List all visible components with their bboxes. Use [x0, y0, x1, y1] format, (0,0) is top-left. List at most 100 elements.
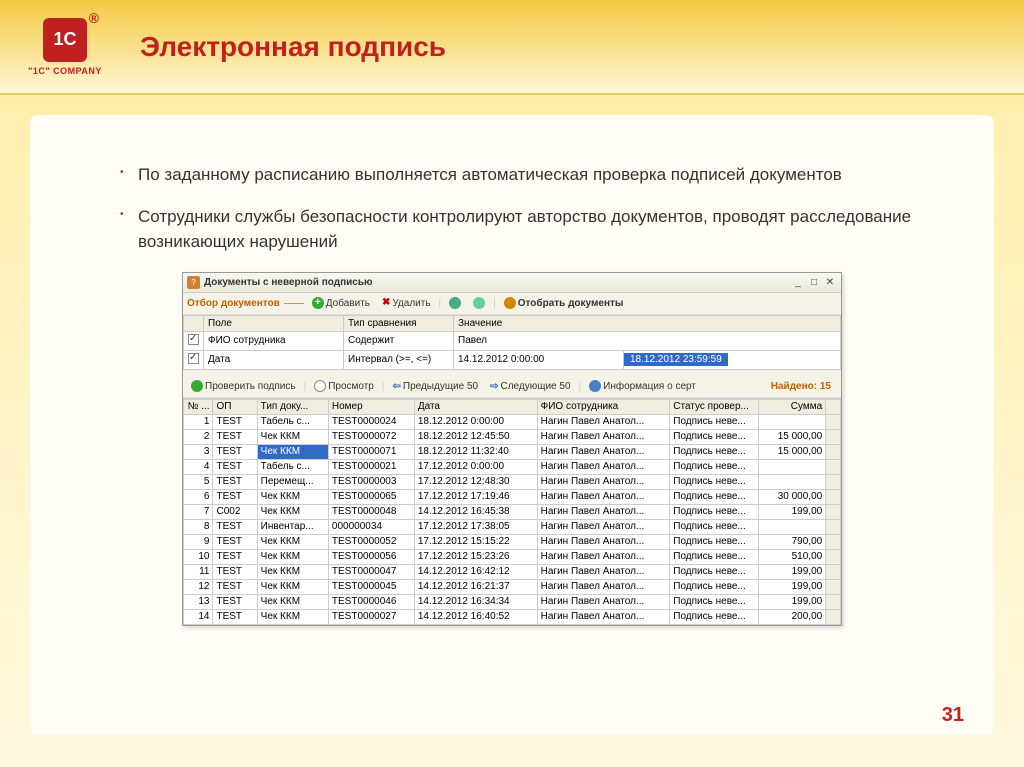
- table-row[interactable]: 11TESTЧек ККМTEST000004714.12.2012 16:42…: [184, 564, 841, 579]
- apply-filter-button[interactable]: Отобрать документы: [500, 296, 628, 310]
- cell-type: Чек ККМ: [257, 609, 328, 624]
- cell-date: 18.12.2012 11:32:40: [414, 444, 537, 459]
- col-sum[interactable]: Сумма: [758, 399, 826, 414]
- scrollbar-cell[interactable]: [826, 489, 841, 504]
- cell-docnum: TEST0000071: [328, 444, 414, 459]
- scrollbar-cell[interactable]: [826, 579, 841, 594]
- col-num[interactable]: № ...: [184, 399, 213, 414]
- filter-row[interactable]: Дата Интервал (>=, <=) 14.12.2012 0:00:0…: [184, 350, 841, 369]
- scrollbar-cell[interactable]: [826, 534, 841, 549]
- table-row[interactable]: 14TESTЧек ККМTEST000002714.12.2012 16:40…: [184, 609, 841, 624]
- titlebar: ? Документы с неверной подписью _ □ ✕: [183, 273, 841, 293]
- col-docnum[interactable]: Номер: [328, 399, 414, 414]
- scrollbar-cell[interactable]: [826, 459, 841, 474]
- table-row[interactable]: 3TESTЧек ККМTEST000007118.12.2012 11:32:…: [184, 444, 841, 459]
- cell-fio: Нагин Павел Анатол...: [537, 594, 670, 609]
- filter-row[interactable]: ФИО сотрудника Содержит Павел: [184, 331, 841, 350]
- cell-type: Инвентар...: [257, 519, 328, 534]
- cell-sum: 30 000,00: [758, 489, 826, 504]
- col-status[interactable]: Статус провер...: [670, 399, 758, 414]
- cell-docnum: TEST0000021: [328, 459, 414, 474]
- cell-op: TEST: [213, 594, 257, 609]
- filter-header-value[interactable]: Значение: [454, 315, 841, 331]
- cell-sum: 199,00: [758, 564, 826, 579]
- table-row[interactable]: 9TESTЧек ККМTEST000005217.12.2012 15:15:…: [184, 534, 841, 549]
- table-row[interactable]: 12TESTЧек ККМTEST000004514.12.2012 16:21…: [184, 579, 841, 594]
- filter-header-check[interactable]: [184, 315, 204, 331]
- cell-sum: 199,00: [758, 594, 826, 609]
- page-title: Электронная подпись: [140, 31, 446, 63]
- col-type[interactable]: Тип доку...: [257, 399, 328, 414]
- filter-value[interactable]: Павел: [454, 331, 841, 350]
- table-row[interactable]: 2TESTЧек ККМTEST000007218.12.2012 12:45:…: [184, 429, 841, 444]
- view-button[interactable]: Просмотр: [310, 379, 378, 393]
- table-row[interactable]: 10TESTЧек ККМTEST000005617.12.2012 15:23…: [184, 549, 841, 564]
- cell-docnum: TEST0000024: [328, 414, 414, 429]
- filter-field[interactable]: ФИО сотрудника: [204, 331, 344, 350]
- minimize-button[interactable]: _: [791, 276, 805, 288]
- next-page-button[interactable]: ⇨Следующие 50: [486, 380, 574, 393]
- table-row[interactable]: 8TESTИнвентар...00000003417.12.2012 17:3…: [184, 519, 841, 534]
- table-row[interactable]: 6TESTЧек ККМTEST000006517.12.2012 17:19:…: [184, 489, 841, 504]
- filter-comparison[interactable]: Интервал (>=, <=): [344, 350, 454, 369]
- delete-button[interactable]: ✖Удалить: [378, 296, 435, 310]
- table-row[interactable]: 4TESTТабель с...TEST000002117.12.2012 0:…: [184, 459, 841, 474]
- cert-info-button[interactable]: Информация о серт: [585, 379, 700, 393]
- filter-header-field[interactable]: Поле: [204, 315, 344, 331]
- cell-op: TEST: [213, 534, 257, 549]
- table-row[interactable]: 7C002Чек ККМTEST000004814.12.2012 16:45:…: [184, 504, 841, 519]
- scrollbar-cell[interactable]: [826, 414, 841, 429]
- grid-header-row: № ... ОП Тип доку... Номер Дата ФИО сотр…: [184, 399, 841, 414]
- maximize-button[interactable]: □: [807, 276, 821, 288]
- col-date[interactable]: Дата: [414, 399, 537, 414]
- check-icon[interactable]: [188, 334, 199, 345]
- scrollbar-cell[interactable]: [826, 564, 841, 579]
- filter-value-end[interactable]: 18.12.2012 23:59:59: [624, 350, 841, 369]
- filter-field[interactable]: Дата: [204, 350, 344, 369]
- verify-signature-button[interactable]: Проверить подпись: [187, 379, 300, 393]
- cell-docnum: TEST0000045: [328, 579, 414, 594]
- cell-status: Подпись неве...: [670, 609, 758, 624]
- scrollbar-cell[interactable]: [826, 519, 841, 534]
- scrollbar-cell[interactable]: [826, 594, 841, 609]
- scrollbar-cell[interactable]: [826, 444, 841, 459]
- paste-button[interactable]: [469, 296, 489, 310]
- scrollbar-cell[interactable]: [826, 429, 841, 444]
- add-button[interactable]: +Добавить: [308, 296, 374, 310]
- cell-fio: Нагин Павел Анатол...: [537, 459, 670, 474]
- cell-fio: Нагин Павел Анатол...: [537, 534, 670, 549]
- cell-date: 17.12.2012 17:19:46: [414, 489, 537, 504]
- col-fio[interactable]: ФИО сотрудника: [537, 399, 670, 414]
- filter-header-comparison[interactable]: Тип сравнения: [344, 315, 454, 331]
- filter-value[interactable]: 14.12.2012 0:00:00: [454, 350, 624, 369]
- col-op[interactable]: ОП: [213, 399, 257, 414]
- filter-comparison[interactable]: Содержит: [344, 331, 454, 350]
- cell-num: 11: [184, 564, 213, 579]
- scrollbar-cell[interactable]: [826, 549, 841, 564]
- cell-status: Подпись неве...: [670, 549, 758, 564]
- cell-num: 5: [184, 474, 213, 489]
- check-icon[interactable]: [188, 353, 199, 364]
- cell-docnum: TEST0000052: [328, 534, 414, 549]
- cell-num: 13: [184, 594, 213, 609]
- table-row[interactable]: 13TESTЧек ККМTEST000004614.12.2012 16:34…: [184, 594, 841, 609]
- cell-sum: [758, 519, 826, 534]
- cell-num: 10: [184, 549, 213, 564]
- copy-button[interactable]: [445, 296, 465, 310]
- prev-page-button[interactable]: ⇦Предыдущие 50: [388, 380, 482, 393]
- cell-docnum: TEST0000072: [328, 429, 414, 444]
- scrollbar-cell[interactable]: [826, 609, 841, 624]
- close-button[interactable]: ✕: [823, 276, 837, 288]
- filter-header-row: Поле Тип сравнения Значение: [184, 315, 841, 331]
- cell-num: 1: [184, 414, 213, 429]
- scrollbar-cell[interactable]: [826, 474, 841, 489]
- cell-type: Чек ККМ: [257, 504, 328, 519]
- cell-op: TEST: [213, 444, 257, 459]
- cell-num: 7: [184, 504, 213, 519]
- cell-type: Табель с...: [257, 414, 328, 429]
- scrollbar-cell[interactable]: [826, 504, 841, 519]
- table-row[interactable]: 5TESTПеремещ...TEST000000317.12.2012 12:…: [184, 474, 841, 489]
- cell-fio: Нагин Павел Анатол...: [537, 609, 670, 624]
- table-row[interactable]: 1TESTТабель с...TEST000002418.12.2012 0:…: [184, 414, 841, 429]
- divider: [284, 303, 304, 304]
